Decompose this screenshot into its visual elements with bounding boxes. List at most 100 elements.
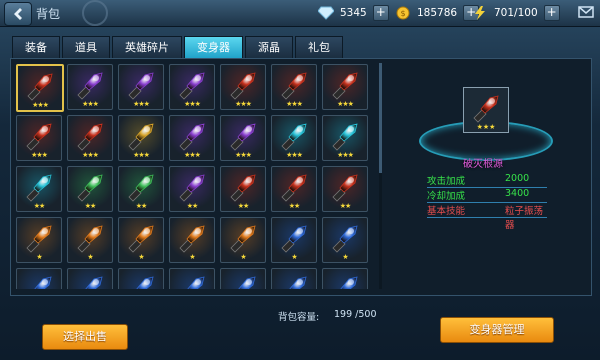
transformer-blue-icon [238,276,256,289]
inventory-slot[interactable]: ★★ [67,166,113,212]
capacity-value: 199 /500 [334,309,377,320]
inventory-slot[interactable]: ★ [322,268,368,289]
inventory-slot[interactable]: ★★★ [16,115,62,161]
stat-value: 2000 [505,173,530,184]
inventory-slot[interactable]: ★ [118,268,164,289]
inventory-slot[interactable]: ★★★ [169,115,215,161]
transformer-violet-icon [179,174,205,202]
inventory-slot[interactable]: ★★★ [220,64,266,110]
item-stars: ★★★ [32,101,49,109]
inventory-slot[interactable]: ★ [16,217,62,263]
scroll-thumb[interactable] [379,63,382,173]
inventory-slot[interactable]: ★ [169,217,215,263]
svg-text:$: $ [400,9,405,18]
inventory-slot[interactable]: ★★★ [118,115,164,161]
item-stars: ★★★ [184,151,201,159]
energy-bolt-icon [475,6,485,20]
tab-transformers[interactable]: 变身器 [184,36,243,60]
inventory-grid: ★★★ ★★★ ★★★ ★★★ ★★★ ★★★ ★★★ ★★★ ★★★ ★★★ ★★★ ★★★ ★★★ ★… [15,63,375,289]
transformer-red-icon [27,73,53,101]
item-stars: ★★★ [235,100,252,108]
inventory-slot[interactable]: ★★★ [220,115,266,161]
item-stars: ★ [189,253,195,261]
transformer-red-icon [473,95,499,123]
inventory-slot[interactable]: ★★ [118,166,164,212]
tab-gift-packs[interactable]: 礼包 [295,36,343,60]
item-stars: ★ [291,253,297,261]
inventory-slot[interactable]: ★★★ [271,64,317,110]
item-stars: ★★★ [235,151,252,159]
transformer-red-icon [332,174,358,202]
inventory-slot[interactable]: ★ [67,268,113,289]
mail-icon[interactable] [578,5,594,19]
stat-row-skill: 基本技能 粒子振荡器 [427,203,547,231]
tab-equipment[interactable]: 装备 [12,36,60,60]
inventory-slot[interactable]: ★★★ [271,115,317,161]
inventory-slot[interactable]: ★★★ [169,64,215,110]
header-decoration [82,0,108,26]
inventory-slot[interactable]: ★★★ [322,64,368,110]
item-stars: ★★★ [133,100,150,108]
item-stars: ★★ [237,202,250,210]
inventory-scrollbar[interactable] [379,63,382,289]
stat-row-cooldown: 冷却加成 3400 [427,188,547,203]
back-button[interactable] [4,2,32,26]
inventory-slot[interactable]: ★ [322,217,368,263]
item-stars: ★ [342,253,348,261]
item-stars: ★ [138,253,144,261]
item-name: 破灭根源 [463,159,503,170]
item-stars: ★ [240,253,246,261]
inventory-slot[interactable]: ★★★ [118,64,164,110]
diamond-value: 5345 [340,7,367,19]
item-stars: ★★★ [31,151,48,159]
transformer-orange-icon [77,225,103,253]
inventory-slot[interactable]: ★ [220,268,266,289]
inventory-slot[interactable]: ★ [220,217,266,263]
inventory-slot[interactable]: ★★ [220,166,266,212]
transformer-manage-button[interactable]: 变身器管理 [440,317,554,343]
tab-source-crystal[interactable]: 源晶 [245,36,293,60]
inventory-slot[interactable]: ★★ [16,166,62,212]
stat-label: 基本技能 [427,206,466,217]
select-sell-button[interactable]: 选择出售 [42,324,128,350]
inventory-slot[interactable]: ★★ [169,166,215,212]
inventory-slot[interactable]: ★ [67,217,113,263]
inventory-slot[interactable]: ★ [169,268,215,289]
gold-counter: $ 185786 + [395,4,480,22]
transformer-red-icon [26,123,52,151]
inventory-slot[interactable]: ★★★ [16,64,64,112]
inventory-slot[interactable]: ★★★ [67,115,113,161]
inventory-slot[interactable]: ★ [16,268,62,289]
transformer-blue-icon [332,225,358,253]
inventory-slot[interactable]: ★ [271,217,317,263]
item-stars: ★★ [186,202,199,210]
gold-coin-icon: $ [396,6,410,20]
transformer-red-icon [281,174,307,202]
transformer-red-icon [230,174,256,202]
transformer-red-icon [332,72,358,100]
inventory-slot[interactable]: ★★★ [67,64,113,110]
transformer-violet-icon [179,123,205,151]
inventory-slot[interactable]: ★★ [271,166,317,212]
tab-hero-fragments[interactable]: 英雄碎片 [112,36,182,60]
item-stars: ★★★ [476,123,496,131]
add-diamonds-button[interactable]: + [372,5,389,21]
item-stars: ★★ [84,202,97,210]
gold-value: 185786 [417,7,458,19]
add-energy-button[interactable]: + [543,5,560,21]
tab-items[interactable]: 道具 [62,36,110,60]
energy-counter: 701/100 + [472,4,560,22]
inventory-slot[interactable]: ★★★ [322,115,368,161]
transformer-orange-icon [179,225,205,253]
category-tabs: 装备 道具 英雄碎片 变身器 源晶 礼包 [12,36,345,60]
transformer-blue-icon [187,276,205,289]
item-stars: ★★★ [82,151,99,159]
transformer-cyan-icon [281,123,307,151]
transformer-green-icon [77,174,103,202]
inventory-slot[interactable]: ★★ [322,166,368,212]
inventory-slot[interactable]: ★ [271,268,317,289]
transformer-red-icon [230,72,256,100]
transformer-blue-icon [281,225,307,253]
transformer-violet-icon [128,72,154,100]
inventory-slot[interactable]: ★ [118,217,164,263]
